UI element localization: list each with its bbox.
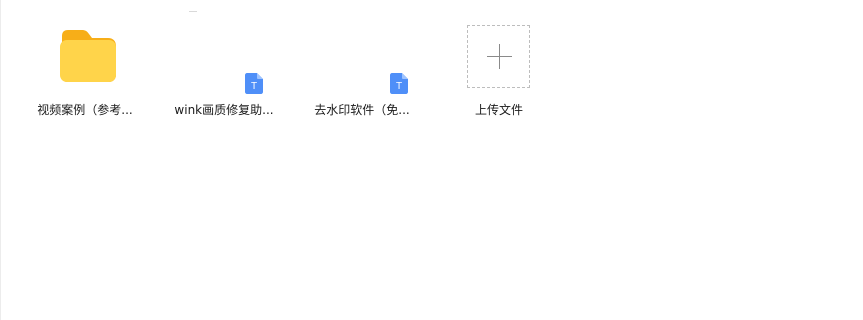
- folder-icon: [60, 30, 116, 82]
- file-item-watermark-tool[interactable]: T 去水印软件（免...: [297, 20, 427, 130]
- svg-text:T: T: [251, 81, 257, 92]
- plus-icon-vertical: [499, 44, 500, 69]
- folder-thumbnail: [20, 20, 150, 92]
- file-browser-page: 视频案例（参考... T wink画质修复助... T 去水印软件（免... 上…: [0, 0, 863, 320]
- doc-icon: T: [390, 73, 408, 94]
- file-name: wink画质修复助...: [174, 103, 274, 117]
- file-name: 视频案例（参考...: [37, 103, 133, 117]
- upload-file-label[interactable]: 上传文件: [434, 102, 564, 118]
- svg-text:T: T: [396, 81, 402, 92]
- file-name: 去水印软件（免...: [314, 103, 410, 117]
- upload-file-button[interactable]: [467, 25, 530, 88]
- folder-item-video-cases[interactable]: 视频案例（参考...: [20, 20, 150, 130]
- doc-icon: T: [245, 73, 263, 94]
- file-item-wink[interactable]: T wink画质修复助...: [159, 20, 289, 130]
- document-thumbnail: T: [159, 20, 289, 94]
- document-thumbnail: T: [297, 20, 427, 94]
- top-divider-mark: [189, 11, 197, 12]
